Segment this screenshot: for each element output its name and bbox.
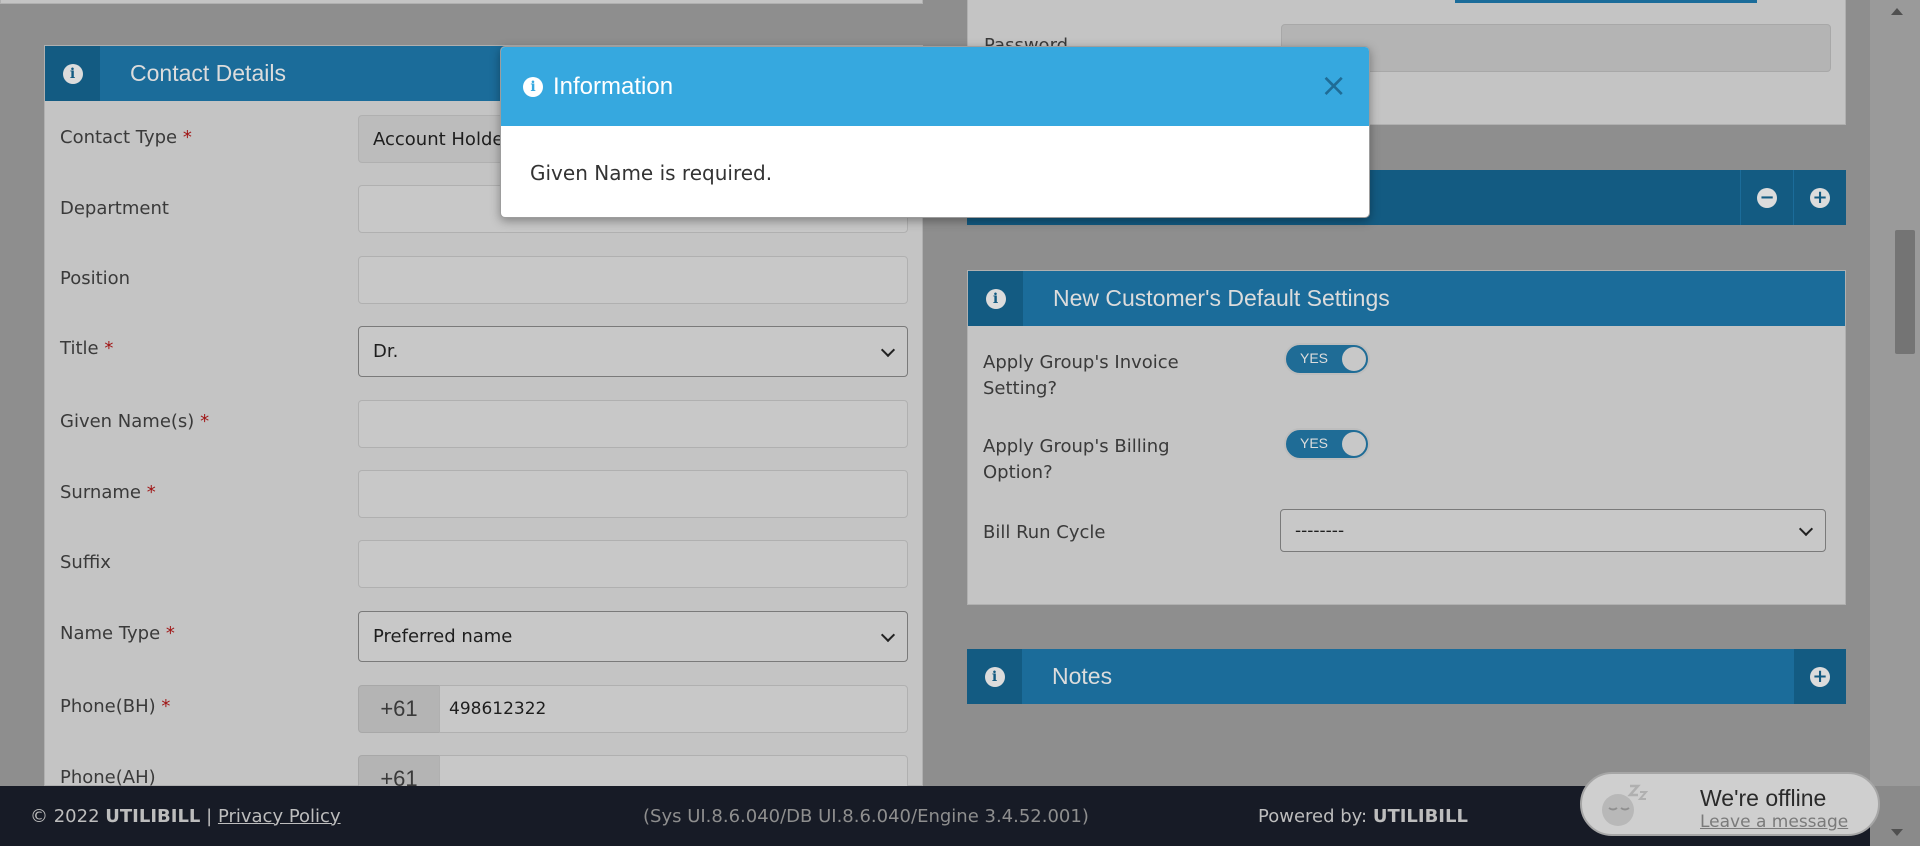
invoice-setting-label: Apply Group's Invoice Setting? [983,352,1179,399]
modal-message: Given Name is required. [530,161,773,185]
phone-bh-prefix: +61 [358,685,440,733]
given-names-field[interactable] [358,400,908,448]
phone-bh-field[interactable]: 498612322 [439,685,908,733]
information-modal: i Information × Given Name is required. [500,46,1370,218]
chevron-down-icon [1798,521,1814,536]
scroll-thumb[interactable] [1895,230,1915,354]
sleeping-face-icon [1602,784,1648,826]
chevron-down-icon [880,342,896,357]
expand-button[interactable]: + [1793,649,1846,704]
modal-header: i Information [501,47,1369,126]
panel-title: Contact Details [130,60,286,86]
phone-bh-label: Phone(BH) * [60,696,171,717]
phone-ah-label: Phone(AH) [60,767,156,788]
plus-icon: + [1810,187,1830,208]
info-icon: i [968,271,1023,326]
billing-option-label: Apply Group's Billing Option? [983,436,1170,483]
notes-header: i Notes [967,649,1846,704]
panel-title: Notes [1052,663,1113,689]
contact-type-label: Contact Type * [60,127,192,148]
suffix-label: Suffix [60,552,111,573]
collapse-button[interactable]: − [1740,170,1793,225]
info-icon: i [967,649,1022,704]
expand-button[interactable]: + [1793,170,1846,225]
chat-status: We're offline [1700,785,1827,811]
bill-run-cycle-label: Bill Run Cycle [983,522,1106,543]
billing-option-toggle[interactable]: YES [1284,428,1370,460]
surname-field[interactable] [358,470,908,518]
position-field[interactable] [358,256,908,304]
scrollbar[interactable] [1870,0,1920,786]
plus-icon: + [1810,666,1830,687]
given-names-label: Given Name(s) * [60,411,210,432]
title-select[interactable]: Dr. [358,326,908,377]
default-settings-header: i New Customer's Default Settings [968,271,1845,326]
suffix-field[interactable] [358,540,908,588]
chat-widget[interactable]: We're offline Leave a message [1580,772,1880,836]
privacy-policy-link[interactable]: Privacy Policy [218,806,341,827]
close-icon[interactable]: × [1320,69,1347,101]
notes-panel: i Notes + [967,649,1846,704]
minus-icon: − [1757,187,1777,208]
powered-by: Powered by: UTILIBILL [1258,805,1468,827]
info-icon: i [45,46,100,101]
scroll-down-arrow-icon[interactable] [1891,829,1903,836]
leave-message-link[interactable]: Leave a message [1700,812,1848,832]
version-info: (Sys UI.8.6.040/DB UI.8.6.040/Engine 3.4… [643,805,1089,827]
chevron-down-icon [880,627,896,642]
scroll-up-arrow-icon[interactable] [1891,8,1903,15]
name-type-select[interactable]: Preferred name [358,611,908,662]
modal-title: Information [553,72,674,100]
top-action-button-edge[interactable] [1455,0,1757,3]
invoice-setting-toggle[interactable]: YES [1284,343,1370,375]
position-label: Position [60,268,131,289]
department-label: Department [60,198,169,219]
panel-title: New Customer's Default Settings [1053,285,1390,311]
info-icon: i [523,76,543,97]
bill-run-cycle-select[interactable]: -------- [1280,509,1826,552]
name-type-label: Name Type * [60,623,175,644]
title-label: Title * [60,338,114,359]
surname-label: Surname * [60,482,156,503]
copyright: © 2022 UTILIBILL | Privacy Policy [30,805,341,827]
left-panel-top-edge [0,0,923,4]
